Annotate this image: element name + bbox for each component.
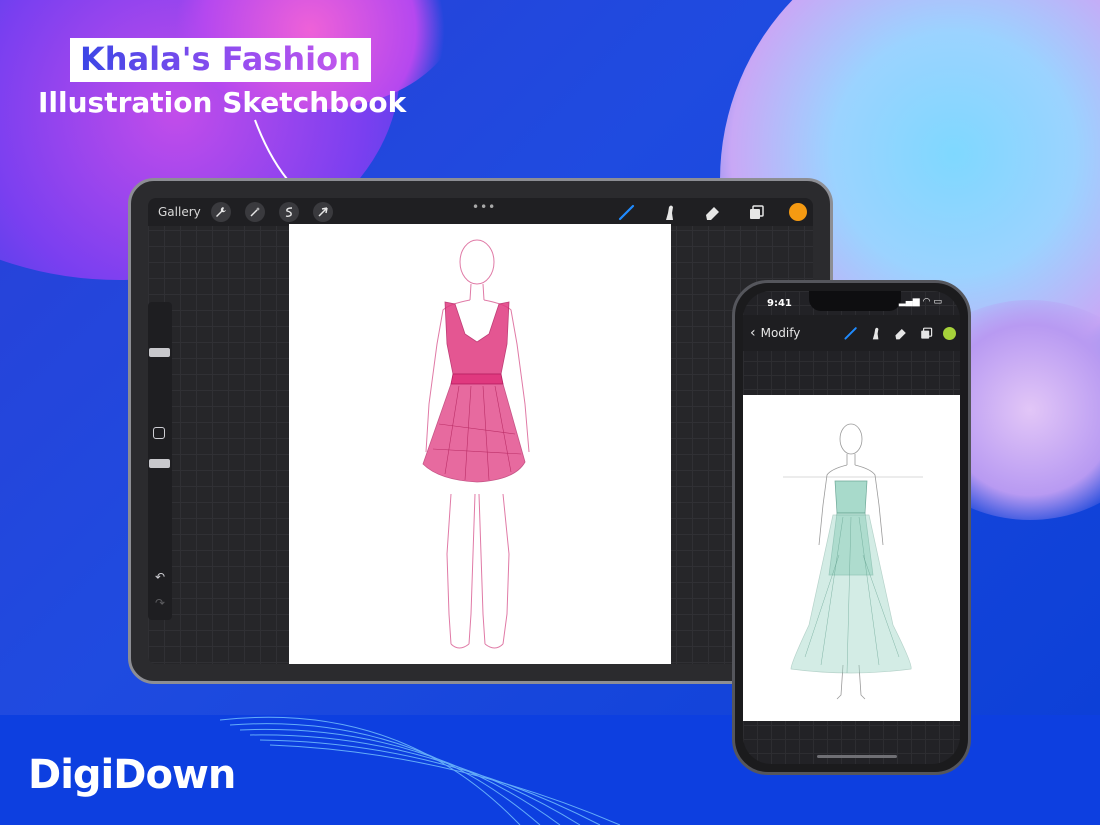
phone-canvas[interactable] bbox=[743, 395, 960, 721]
undo-button[interactable]: ↶ bbox=[148, 570, 172, 584]
pink-dress-sketch bbox=[422, 239, 530, 649]
status-icons: ▂▄▆ ◠ ▭ bbox=[899, 297, 942, 307]
layers-icon[interactable] bbox=[917, 324, 935, 342]
signal-icon: ▂▄▆ bbox=[898, 297, 920, 307]
smudge-icon[interactable] bbox=[659, 201, 681, 223]
brand-name: DigiDown bbox=[28, 752, 236, 798]
layers-icon[interactable] bbox=[745, 201, 767, 223]
status-time: 9:41 bbox=[767, 298, 792, 309]
opacity-slider[interactable] bbox=[149, 459, 170, 468]
eraser-icon[interactable] bbox=[702, 201, 724, 223]
phone-toolbar: ‹ Modify bbox=[743, 315, 960, 351]
magic-wand-icon[interactable] bbox=[244, 202, 265, 222]
tablet-toolbar: Gallery ••• bbox=[148, 198, 813, 226]
more-options-button[interactable]: ••• bbox=[472, 200, 496, 214]
wifi-icon: ◠ bbox=[922, 297, 931, 307]
modify-button[interactable] bbox=[153, 427, 165, 439]
title-box: Khala's Fashion bbox=[70, 38, 371, 82]
battery-icon: ▭ bbox=[933, 297, 942, 307]
wrench-icon[interactable] bbox=[210, 202, 231, 222]
brush-icon[interactable] bbox=[842, 324, 860, 342]
gallery-button[interactable]: Gallery bbox=[158, 205, 201, 219]
selection-icon[interactable] bbox=[278, 202, 299, 222]
tablet-sidebar: ↶ ↷ bbox=[148, 302, 172, 620]
banner: Khala's Fashion Illustration Sketchbook bbox=[38, 38, 406, 119]
phone-tools-right bbox=[835, 324, 956, 342]
brand-logo: DigiDown bbox=[28, 752, 236, 798]
redo-button[interactable]: ↷ bbox=[148, 596, 172, 610]
banner-subtitle: Illustration Sketchbook bbox=[38, 86, 407, 119]
home-indicator[interactable] bbox=[817, 755, 897, 758]
tablet-canvas[interactable] bbox=[289, 224, 671, 664]
phone-notch bbox=[809, 291, 901, 311]
tablet-screen: Gallery ••• ↶ ↷ bbox=[148, 198, 813, 664]
brush-size-slider[interactable] bbox=[149, 348, 170, 357]
back-chevron-icon[interactable]: ‹ bbox=[750, 325, 756, 341]
tablet-tools-right bbox=[595, 201, 807, 223]
phone-screen: 9:41 ▂▄▆ ◠ ▭ ‹ Modify bbox=[743, 291, 960, 764]
tablet-device: Gallery ••• ↶ ↷ bbox=[128, 178, 833, 684]
banner-title: Khala's Fashion bbox=[80, 40, 361, 78]
phone-device: 9:41 ▂▄▆ ◠ ▭ ‹ Modify bbox=[732, 280, 971, 775]
brush-icon[interactable] bbox=[616, 201, 638, 223]
eraser-icon[interactable] bbox=[892, 324, 910, 342]
transform-arrow-icon[interactable] bbox=[312, 202, 333, 222]
mint-gown-sketch bbox=[783, 423, 923, 700]
color-picker-button[interactable] bbox=[943, 326, 956, 340]
color-picker-button[interactable] bbox=[789, 203, 807, 221]
smudge-icon[interactable] bbox=[867, 324, 885, 342]
modify-back-button[interactable]: Modify bbox=[761, 326, 801, 340]
